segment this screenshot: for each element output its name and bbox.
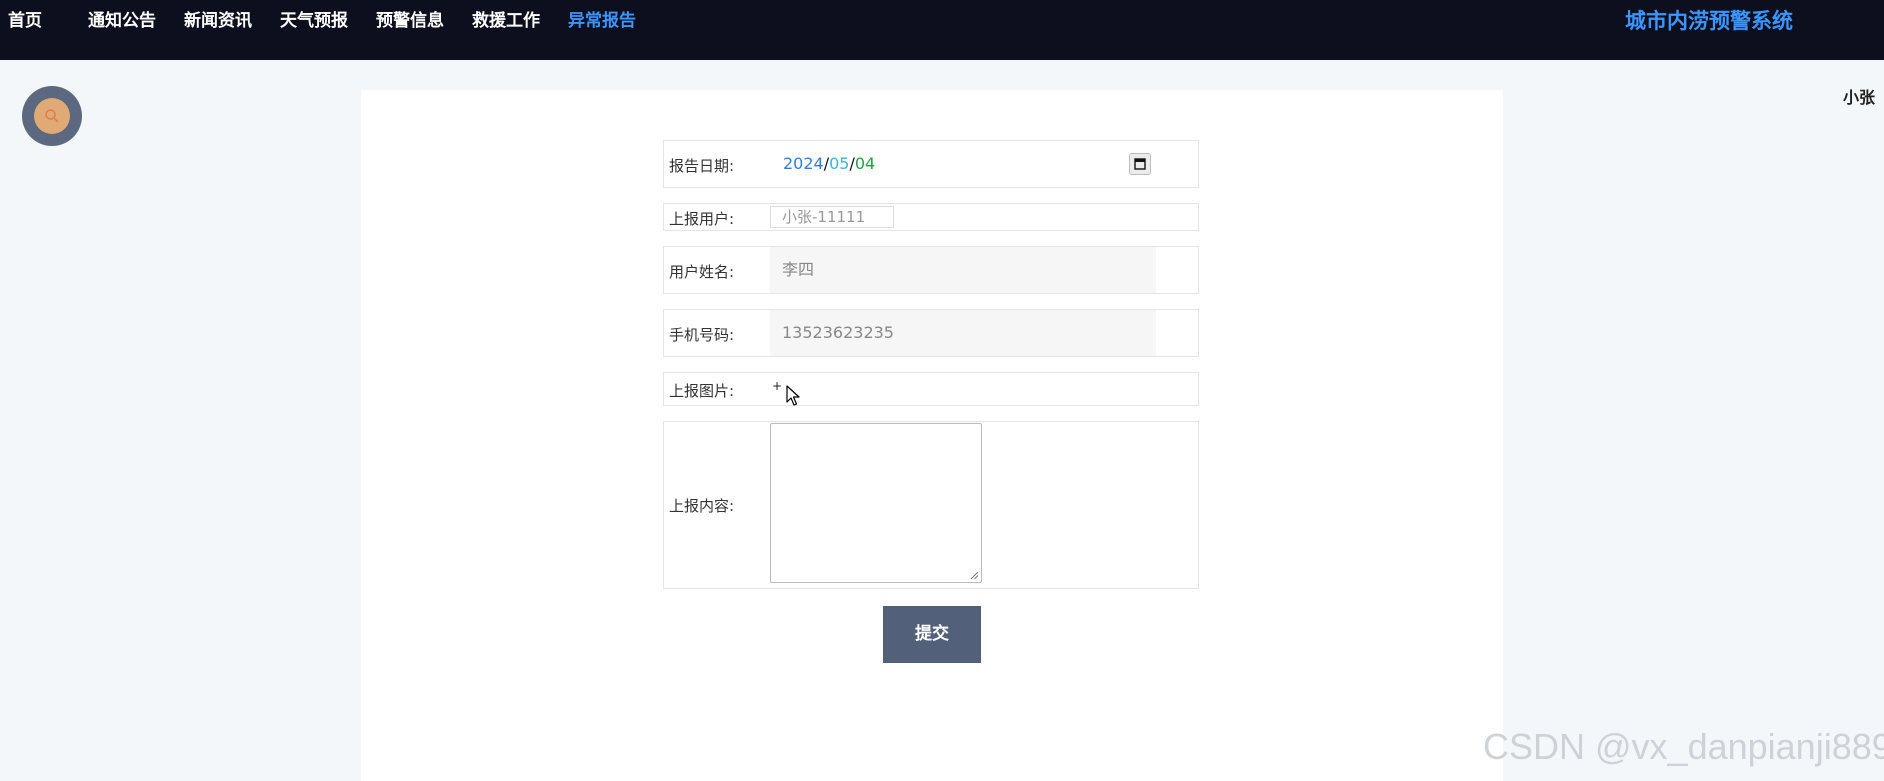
- date-month: 05: [829, 154, 850, 173]
- search-icon: [45, 109, 59, 123]
- calendar-button[interactable]: [1129, 153, 1151, 175]
- search-fab-button[interactable]: [22, 86, 82, 146]
- report-date-label: 报告日期:: [669, 157, 735, 175]
- watermark: CSDN @vx_danpianji889: [1483, 726, 1884, 767]
- date-year: 2024: [783, 154, 824, 173]
- user-name-label: 用户姓名:: [669, 263, 735, 281]
- mouse-cursor-icon: [786, 385, 800, 406]
- user-name-field[interactable]: 李四: [770, 247, 1156, 293]
- date-day: 04: [854, 154, 876, 173]
- report-date-row: 报告日期: 2024/05/04: [663, 140, 1199, 188]
- calendar-icon: [1134, 158, 1146, 170]
- brand-title: 城市内涝预警系统: [1625, 9, 1793, 33]
- add-image-button[interactable]: +: [772, 379, 782, 393]
- resize-grip-icon[interactable]: [970, 571, 979, 580]
- nav-item-anomaly-report[interactable]: 异常报告: [568, 10, 636, 32]
- report-date-input[interactable]: 2024/05/04: [783, 154, 875, 173]
- nav-item-news[interactable]: 新闻资讯: [184, 10, 252, 32]
- current-user-name[interactable]: 小张: [1843, 84, 1875, 108]
- nav-item-notices[interactable]: 通知公告: [88, 10, 156, 32]
- content-textarea[interactable]: [770, 423, 982, 583]
- phone-field[interactable]: 13523623235: [770, 310, 1156, 356]
- submit-button[interactable]: 提交: [883, 606, 981, 663]
- reporter-label: 上报用户:: [669, 210, 735, 228]
- top-navigation-bar: 首页 通知公告 新闻资讯 天气预报 预警信息 救援工作 异常报告 城市内涝预警系…: [0, 0, 1884, 60]
- nav-item-rescue[interactable]: 救援工作: [472, 10, 540, 32]
- image-label: 上报图片:: [669, 382, 735, 400]
- reporter-row: 上报用户: 小张-11111: [663, 203, 1199, 231]
- nav-item-warnings[interactable]: 预警信息: [376, 10, 444, 32]
- nav-item-weather[interactable]: 天气预报: [280, 10, 348, 32]
- phone-label: 手机号码:: [669, 326, 735, 344]
- content-label: 上报内容:: [669, 497, 735, 515]
- user-name-row: 用户姓名: 李四: [663, 246, 1199, 294]
- reporter-field[interactable]: 小张-11111: [770, 206, 894, 228]
- content-row: 上报内容:: [663, 421, 1199, 589]
- image-row: 上报图片: +: [663, 372, 1199, 406]
- nav-item-home[interactable]: 首页: [8, 10, 42, 32]
- search-fab-inner: [34, 98, 70, 134]
- phone-row: 手机号码: 13523623235: [663, 309, 1199, 357]
